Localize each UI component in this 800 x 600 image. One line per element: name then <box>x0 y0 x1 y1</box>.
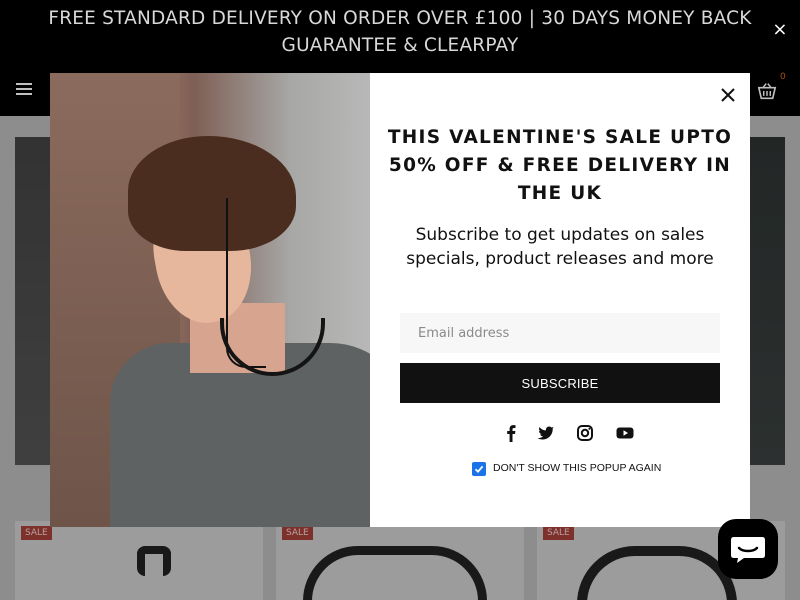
twitter-icon[interactable] <box>535 422 557 444</box>
newsletter-popup: THIS VALENTINE'S SALE UPTO 50% OFF & FRE… <box>50 73 750 527</box>
facebook-icon[interactable] <box>500 422 522 444</box>
popup-content: THIS VALENTINE'S SALE UPTO 50% OFF & FRE… <box>370 73 750 527</box>
youtube-icon[interactable] <box>614 422 636 444</box>
social-links <box>486 422 636 444</box>
popup-headline: THIS VALENTINE'S SALE UPTO 50% OFF & FRE… <box>387 127 733 204</box>
announcement-bar: FREE STANDARD DELIVERY ON ORDER OVER £10… <box>0 0 800 62</box>
announcement-text-line-2: GUARANTEE & CLEARPAY <box>281 35 519 56</box>
subscribe-button[interactable]: SUBSCRIBE <box>400 363 720 403</box>
popup-image <box>50 73 370 527</box>
hair-image <box>128 136 296 251</box>
checkmark-icon <box>474 465 484 474</box>
chat-icon <box>731 537 765 563</box>
instagram-icon[interactable] <box>574 422 596 444</box>
email-field[interactable] <box>400 313 720 353</box>
chat-button[interactable] <box>718 519 778 579</box>
announcement-text-line-1: FREE STANDARD DELIVERY ON ORDER OVER £10… <box>48 8 752 29</box>
dont-show-label[interactable]: DON'T SHOW THIS POPUP AGAIN <box>493 462 661 474</box>
close-icon[interactable]: × <box>772 21 788 39</box>
dont-show-checkbox[interactable] <box>472 462 486 476</box>
popup-subtext: Subscribe to get updates on sales specia… <box>406 225 714 269</box>
